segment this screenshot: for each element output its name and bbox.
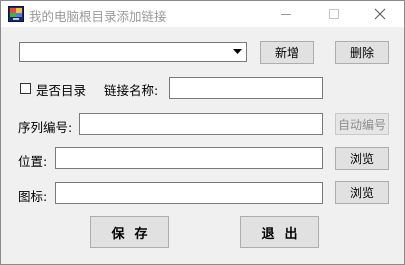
browse-icon-button[interactable]: 浏览 xyxy=(335,181,389,204)
sequence-number-input[interactable] xyxy=(79,113,323,135)
link-select-dropdown[interactable] xyxy=(19,42,247,62)
add-button[interactable]: 新增 xyxy=(260,41,314,64)
browse-location-button[interactable]: 浏览 xyxy=(335,147,389,170)
exit-button[interactable]: 退出 xyxy=(240,216,319,248)
minimize-button[interactable] xyxy=(263,1,309,27)
maximize-icon xyxy=(329,9,339,19)
link-name-label: 链接名称: xyxy=(104,83,159,98)
sequence-number-label: 序列编号: xyxy=(18,120,73,135)
window-title: 我的电脑根目录添加链接 xyxy=(29,9,167,24)
is-directory-label: 是否目录 xyxy=(36,83,87,98)
dialog-window: 我的电脑根目录添加链接 新增 删除 是否目录 链接名称: 序列编号: 自动编号 … xyxy=(0,0,405,265)
dialog-content: 新增 删除 是否目录 链接名称: 序列编号: 自动编号 位置: 浏览 图标: 浏… xyxy=(1,27,404,264)
save-button[interactable]: 保存 xyxy=(90,216,169,248)
link-name-input[interactable] xyxy=(169,77,323,99)
is-directory-checkbox[interactable] xyxy=(20,83,31,94)
app-icon xyxy=(8,6,24,22)
maximize-button[interactable] xyxy=(311,1,357,27)
auto-number-button[interactable]: 自动编号 xyxy=(335,113,389,135)
chevron-down-icon[interactable] xyxy=(231,45,244,59)
title-bar[interactable]: 我的电脑根目录添加链接 xyxy=(1,1,404,27)
location-label: 位置: xyxy=(18,154,48,169)
icon-path-input[interactable] xyxy=(55,182,323,204)
minimize-icon xyxy=(281,14,291,15)
close-icon xyxy=(374,8,386,20)
close-button[interactable] xyxy=(357,1,403,27)
delete-button[interactable]: 删除 xyxy=(335,41,389,64)
location-input[interactable] xyxy=(55,147,323,169)
icon-label: 图标: xyxy=(18,189,48,204)
